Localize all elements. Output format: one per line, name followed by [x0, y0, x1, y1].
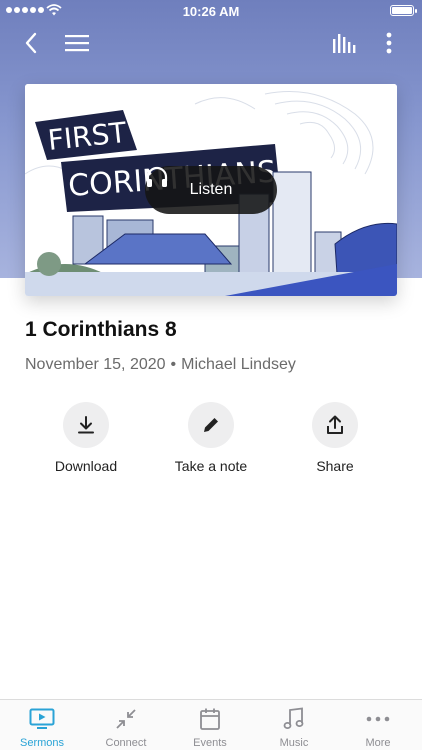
share-circle[interactable]	[312, 402, 358, 448]
chevron-left-icon	[25, 32, 37, 54]
menu-button[interactable]	[59, 28, 95, 58]
hamburger-icon	[65, 35, 89, 52]
take-note-button[interactable]: Take a note	[151, 402, 271, 474]
sermon-meta: November 15, 2020 • Michael Lindsey	[25, 356, 296, 374]
back-button[interactable]	[13, 28, 49, 58]
tab-more-label: More	[365, 737, 391, 749]
listen-button[interactable]: Listen	[145, 166, 277, 214]
download-icon	[78, 416, 94, 434]
headphones-icon	[146, 166, 168, 187]
calendar-icon	[200, 708, 220, 730]
tab-sermons-label: Sermons	[19, 737, 65, 749]
equalizer-icon	[333, 34, 356, 53]
tv-icon	[29, 708, 55, 729]
download-circle[interactable]	[63, 402, 109, 448]
status-time: 10:26 AM	[182, 4, 240, 19]
more-dots-icon	[366, 716, 390, 722]
meta-separator: •	[170, 356, 177, 373]
sermon-date: November 15, 2020	[25, 356, 166, 373]
download-button[interactable]: Download	[26, 402, 146, 474]
take-note-circle[interactable]	[188, 402, 234, 448]
tab-more[interactable]: More	[336, 706, 420, 749]
tab-bar: Sermons Connect Events Music More	[0, 699, 422, 750]
audio-levels-button[interactable]	[326, 28, 362, 58]
take-note-label: Take a note	[174, 458, 248, 474]
vertical-dots-icon	[386, 32, 392, 54]
music-icon	[283, 707, 304, 729]
sermon-speaker: Michael Lindsey	[181, 356, 296, 373]
tab-music[interactable]: Music	[252, 706, 336, 749]
pencil-icon	[204, 418, 218, 432]
tab-music-label: Music	[279, 737, 309, 749]
share-button[interactable]: Share	[275, 402, 395, 474]
sermon-title: 1 Corinthians 8	[25, 318, 177, 341]
battery-icon	[390, 5, 417, 16]
download-label: Download	[54, 458, 118, 474]
tab-events-label: Events	[193, 737, 227, 749]
share-label: Share	[316, 458, 354, 474]
status-bar: 10:26 AM	[0, 0, 422, 22]
more-options-button[interactable]	[371, 28, 407, 58]
tab-sermons[interactable]: Sermons	[0, 706, 84, 749]
tab-connect[interactable]: Connect	[84, 706, 168, 749]
connect-icon	[116, 709, 136, 729]
tab-events[interactable]: Events	[168, 706, 252, 749]
sermon-artwork: FIRST CORINTHIANS Listen	[25, 84, 397, 296]
listen-label: Listen	[189, 181, 233, 198]
tab-connect-label: Connect	[105, 737, 147, 749]
share-icon	[327, 415, 343, 434]
